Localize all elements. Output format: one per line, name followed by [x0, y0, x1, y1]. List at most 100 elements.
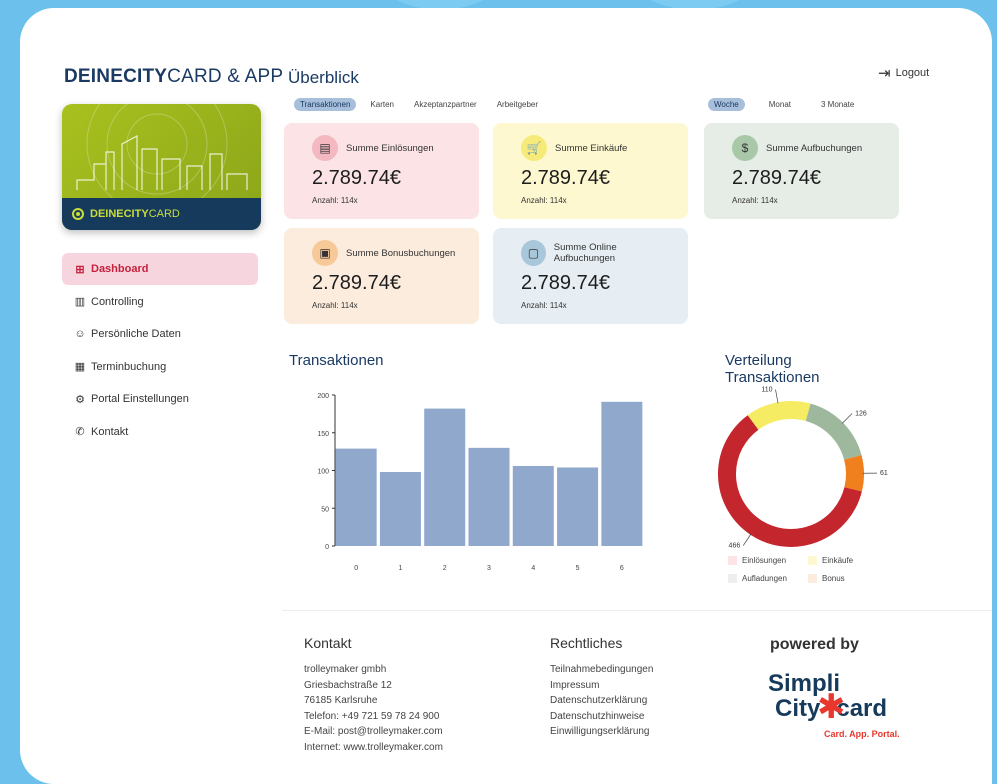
logo-star-icon: ✱	[817, 688, 846, 726]
card-brand-band: DEINECITY CARD	[62, 198, 261, 230]
bar	[512, 465, 554, 546]
contact-line: Griesbachstraße 12	[304, 679, 392, 691]
sidebar-item-terminbuchung[interactable]: ▦ Terminbuchung	[62, 351, 258, 383]
y-tick-label: 0	[325, 544, 329, 551]
contact-line: trolleymaker gmbh	[304, 664, 387, 675]
bar-chart-icon: ▥	[74, 296, 86, 308]
slice-value-label: 466	[729, 543, 741, 550]
kpi-count: Anzahl: 114x	[312, 301, 358, 310]
x-tick-label: 2	[443, 565, 447, 572]
simplicitycard-logo[interactable]: Simpli City card ✱ Card. App. Portal.	[768, 670, 918, 744]
footer-contact: Kontakt trolleymaker gmbh Griesbachstraße…	[304, 634, 443, 755]
footer-contact-title: Kontakt	[304, 635, 352, 651]
bar	[379, 472, 421, 546]
slice-value-label: 110	[761, 386, 772, 393]
kpi-label: Summe Aufbuchungen	[766, 142, 863, 154]
sidebar-item-portal-einstellungen[interactable]: ⚙ Portal Einstellungen	[62, 383, 258, 415]
tab-3-monate[interactable]: 3 Monate	[815, 98, 860, 111]
bar-chart: 0 50 100 150 200 0 1 2 3 4 5 6	[317, 393, 643, 572]
bar	[468, 447, 510, 546]
calendar-icon: ▦	[74, 361, 86, 373]
donut-legend: Einlösungen Einkäufe Aufladungen Bonus	[728, 552, 888, 588]
kpi-value: 2.789.74€	[312, 167, 401, 189]
slice-leader-line	[742, 533, 752, 546]
contact-line[interactable]: Telefon: +49 721 59 78 24 900	[304, 709, 443, 725]
sidebar-item-controlling[interactable]: ▥ Controlling	[62, 286, 258, 318]
brand-title: DEINECITYCARD & APP	[64, 66, 284, 87]
user-settings-icon: ⚙	[75, 393, 85, 406]
bar-chart-title: Transaktionen	[289, 352, 384, 369]
bar	[601, 401, 643, 546]
footer-legal-title: Rechtliches	[550, 635, 623, 651]
logout-button[interactable]: ⇥ Logout	[878, 64, 929, 82]
tab-arbeitgeber[interactable]: Arbeitgeber	[491, 98, 544, 111]
page-title: Überblick	[288, 68, 359, 87]
sidebar-nav: ⊞ Dashboard ▥ Controlling ☺ Persönliche Daten…	[62, 253, 258, 448]
logout-icon: ⇥	[878, 65, 891, 82]
kpi-value: 2.789.74€	[312, 272, 401, 294]
donut-slice	[747, 401, 811, 430]
x-tick-label: 6	[620, 565, 624, 572]
kpi-count: Anzahl: 114x	[521, 301, 567, 310]
legend-item: Einkäufe	[808, 556, 888, 565]
kpi-label: Summe Online Aufbuchungen	[553, 242, 617, 264]
contact-line[interactable]: E-Mail: post@trolleymaker.com	[304, 724, 443, 740]
kpi-value: 2.789.74€	[521, 167, 610, 189]
donut-chart-title: Verteilung Transaktionen	[725, 352, 820, 386]
slice-leader-line	[775, 389, 779, 404]
tab-transaktionen[interactable]: Transaktionen	[294, 98, 357, 111]
legend-swatch	[808, 574, 817, 583]
sidebar-item-dashboard[interactable]: ⊞ Dashboard	[62, 253, 258, 285]
legend-item: Bonus	[808, 574, 888, 583]
bar	[557, 467, 599, 546]
kpi-card[interactable]: ▢ Summe Online Aufbuchungen 2.789.74€ Anzah…	[493, 228, 688, 324]
y-tick-label: 150	[317, 431, 329, 438]
tab-karten[interactable]: Karten	[364, 98, 400, 111]
tab-monat[interactable]: Monat	[763, 98, 797, 111]
x-tick-label: 5	[576, 565, 580, 572]
tab-woche[interactable]: Woche	[708, 98, 745, 111]
kpi-card[interactable]: ▣ Summe Bonusbuchungen 2.789.74€ Anzahl: 11…	[284, 228, 479, 324]
footer-legal: Rechtliches Teilnahmebedingungen Impressu…	[550, 634, 653, 740]
period-tabs: Woche Monat 3 Monate	[708, 98, 860, 111]
x-tick-label: 0	[354, 565, 358, 572]
y-tick-label: 50	[321, 506, 329, 513]
money-add-icon: $	[732, 135, 758, 161]
gift-icon: ▣	[312, 240, 338, 266]
kpi-label: Summe Bonusbuchungen	[346, 247, 456, 259]
y-tick-label: 100	[317, 469, 329, 476]
legend-item: Einlösungen	[728, 556, 808, 565]
tab-akzeptanzpartner[interactable]: Akzeptanzpartner	[408, 98, 483, 111]
legal-link[interactable]: Einwilligungserklärung	[550, 724, 653, 740]
kpi-count: Anzahl: 114x	[521, 196, 567, 205]
contact-line[interactable]: Internet: www.trolleymaker.com	[304, 740, 443, 756]
cash-register-icon: ▤	[312, 135, 338, 161]
kpi-card[interactable]: ▤ Summe Einlösungen 2.789.74€ Anzahl: 114x	[284, 123, 479, 219]
cart-icon: 🛒	[521, 135, 547, 161]
legend-swatch	[728, 574, 737, 583]
sidebar-item-kontakt[interactable]: ✆ Kontakt	[62, 416, 258, 448]
kpi-count: Anzahl: 114x	[732, 196, 778, 205]
legal-link[interactable]: Impressum	[550, 678, 653, 694]
powered-by-label: powered by	[770, 636, 859, 653]
slice-leader-line	[841, 413, 853, 424]
legend-item: Aufladungen	[728, 574, 808, 583]
bar	[335, 448, 377, 546]
legend-swatch	[728, 556, 737, 565]
slice-value-label: 61	[880, 470, 888, 477]
kpi-card[interactable]: 🛒 Summe Einkäufe 2.789.74€ Anzahl: 114x	[493, 123, 688, 219]
kpi-card[interactable]: $ Summe Aufbuchungen 2.789.74€ Anzahl: 114x	[704, 123, 899, 219]
kpi-label: Summe Einkäufe	[555, 142, 628, 154]
legal-link[interactable]: Teilnahmebedingungen	[550, 662, 653, 678]
kpi-count: Anzahl: 114x	[312, 196, 358, 205]
x-tick-label: 3	[487, 565, 491, 572]
phone-icon: ✆	[75, 426, 85, 438]
sidebar-item-persönliche-daten[interactable]: ☺ Persönliche Daten	[62, 318, 258, 350]
card-logo-icon	[72, 208, 84, 220]
legend-swatch	[808, 556, 817, 565]
legal-link[interactable]: Datenschutzerklärung	[550, 693, 653, 709]
kpi-value: 2.789.74€	[732, 167, 821, 189]
category-tabs: Transaktionen Karten Akzeptanzpartner Arbei…	[294, 98, 544, 111]
legal-link[interactable]: Datenschutzhinweise	[550, 709, 653, 725]
grid-icon: ⊞	[75, 263, 85, 276]
